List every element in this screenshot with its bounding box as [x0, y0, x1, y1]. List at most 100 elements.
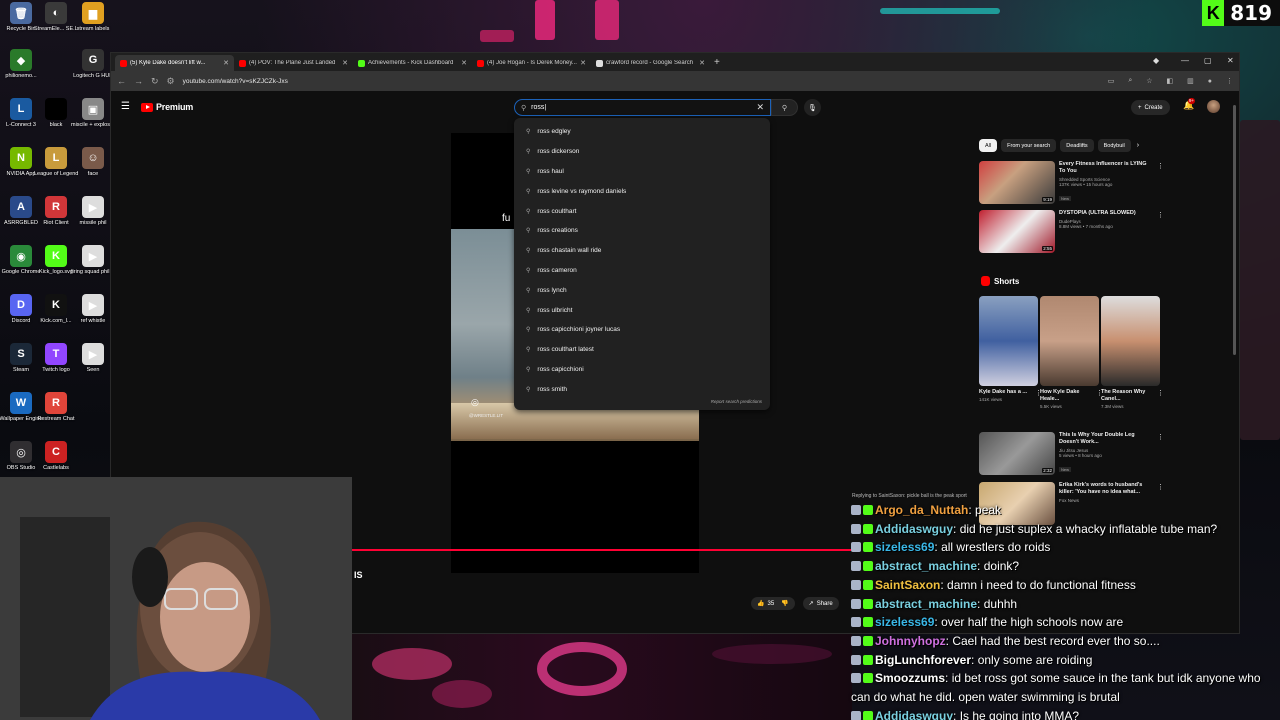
short-title[interactable]: The Reason Why Canel...	[1101, 389, 1160, 403]
browser-tab[interactable]: crawford record - Google Search ✕	[591, 55, 710, 71]
recommended-video[interactable]: 2:55 DYSTOPIA (ULTRA SLOWED) DudePlays 8.8M…	[979, 210, 1169, 254]
browser-tab[interactable]: (4) Joe Rogan - Is Derek Money... ✕	[472, 55, 591, 71]
search-suggestion[interactable]: ⚲ ross coulthart latest	[514, 340, 770, 360]
search-suggestion[interactable]: ⚲ ross ulbricht	[514, 300, 770, 320]
search-input[interactable]	[531, 104, 752, 111]
desktop-icon[interactable]: ▣ miscile + explosion ...	[71, 98, 115, 129]
browser-menu-icon[interactable]: ⋮	[1226, 77, 1233, 85]
short-video[interactable]: How Kyle Dake Heale... 5.5K views ⋮	[1040, 296, 1103, 409]
chat-username[interactable]: sizeless69	[875, 540, 934, 554]
chat-username[interactable]: Smoozzums	[875, 671, 945, 685]
new-tab-button[interactable]: +	[714, 57, 720, 68]
recommended-video[interactable]: 2:32 This Is Why Your Double Leg Doesn't …	[979, 432, 1169, 476]
filter-chip[interactable]: All	[979, 139, 998, 152]
cast-icon[interactable]: ▭	[1108, 77, 1115, 85]
desktop-icon[interactable]: ☺ face	[74, 147, 112, 178]
desktop-icon[interactable]: T Twitch logo	[37, 343, 75, 374]
search-suggestion[interactable]: ⚲ ross capicchioni	[514, 360, 770, 380]
page-scrollbar[interactable]	[1233, 105, 1236, 355]
video-title[interactable]: DYSTOPIA (ULTRA SLOWED)	[1059, 210, 1151, 217]
desktop-icon[interactable]: ◐StreamEle... SE.Live	[34, 2, 78, 33]
create-button[interactable]: + Create	[1131, 100, 1170, 115]
chat-username[interactable]: SaintSaxon	[875, 578, 940, 592]
chat-username[interactable]: Johnnyhopz	[875, 634, 946, 648]
desktop-icon[interactable]: ▆ stream labels	[74, 2, 112, 33]
desktop-icon[interactable]: ▶ Seen	[74, 343, 112, 374]
chat-username[interactable]: Addidaswguy	[875, 522, 953, 536]
video-thumbnail[interactable]: 9:19	[979, 161, 1055, 204]
forward-icon[interactable]: →	[134, 76, 143, 86]
sidepanel-icon[interactable]: ▥	[1187, 77, 1194, 85]
search-suggestion[interactable]: ⚲ ross coulthart	[514, 201, 770, 221]
search-suggestion[interactable]: ⚲ ross chastain wall ride	[514, 241, 770, 261]
maximize-icon[interactable]: ▢	[1204, 56, 1212, 65]
more-options-icon[interactable]: ⋮	[1157, 162, 1164, 170]
short-title[interactable]: Kyle Dake has a ...	[979, 389, 1038, 396]
filter-chip[interactable]: From your search	[1001, 139, 1057, 152]
search-suggestion[interactable]: ⚲ ross levine vs raymond daniels	[514, 181, 770, 201]
desktop-icon[interactable]: K Kick_logo.svg	[37, 245, 75, 276]
zoom-icon[interactable]: ⌕	[1128, 77, 1132, 85]
hamburger-menu-icon[interactable]: ☰	[121, 101, 130, 112]
more-options-icon[interactable]: ⋮	[1157, 483, 1164, 491]
profile-icon[interactable]: ●	[1208, 78, 1212, 85]
video-progress-bar[interactable]	[341, 549, 851, 551]
desktop-icon[interactable]: L League of Legends	[34, 147, 78, 178]
more-options-icon[interactable]: ⋮	[1157, 211, 1164, 219]
notifications-bell-icon[interactable]: 🔔 9+	[1183, 98, 1195, 111]
filter-chip[interactable]: Deadlifts	[1060, 139, 1094, 152]
desktop-icon[interactable]: R Riot Client	[37, 196, 75, 227]
bookmark-star-icon[interactable]: ☆	[1146, 77, 1152, 85]
search-box[interactable]: ⚲ ✕	[514, 99, 771, 116]
search-suggestion[interactable]: ⚲ ross haul	[514, 162, 770, 182]
site-info-icon[interactable]: ⚙	[167, 76, 175, 87]
search-suggestion[interactable]: ⚲ ross cameron	[514, 261, 770, 281]
search-suggestion[interactable]: ⚲ ross dickerson	[514, 142, 770, 162]
short-video[interactable]: The Reason Why Canel... 7.3M views ⋮	[1101, 296, 1164, 409]
chat-username[interactable]: abstract_machine	[875, 597, 977, 611]
back-icon[interactable]: ←	[117, 76, 126, 86]
tab-close-icon[interactable]: ✕	[699, 59, 705, 67]
more-options-icon[interactable]: ⋮	[1157, 433, 1164, 441]
chat-username[interactable]: BigLunchforever	[875, 653, 971, 667]
desktop-icon[interactable]: black	[37, 98, 75, 129]
short-video[interactable]: Kyle Dake has a ... 141K views ⋮	[979, 296, 1042, 402]
url-field[interactable]: youtube.com/watch?v=sKZJCZk-Jxs	[183, 78, 1094, 85]
search-suggestion[interactable]: ⚲ ross capicchioni joyner lucas	[514, 320, 770, 340]
youtube-logo[interactable]: Premium	[141, 102, 193, 112]
like-button[interactable]: 👍 35 👎	[751, 597, 795, 610]
desktop-icon[interactable]: G Logitech G HUB	[73, 49, 113, 80]
desktop-icon[interactable]: K Kick.com_l...	[37, 294, 75, 325]
video-thumbnail[interactable]: 2:32	[979, 432, 1055, 475]
desktop-icon[interactable]: C Castlelabs	[37, 441, 75, 472]
desktop-icon[interactable]: ▶ ref whistle	[74, 294, 112, 325]
desktop-icon[interactable]: ◆ philionemo...	[2, 49, 40, 80]
short-thumbnail[interactable]	[979, 296, 1038, 386]
browser-tab[interactable]: Achievements - Kick Dashboard ✕	[353, 55, 472, 71]
video-thumbnail[interactable]: 2:55	[979, 210, 1055, 253]
reload-icon[interactable]: ↻	[151, 76, 159, 87]
browser-tab[interactable]: (4) POV: The Plane Just Landed ✕	[234, 55, 353, 71]
thumbs-down-icon[interactable]: 👎	[781, 600, 788, 607]
chat-username[interactable]: Addidaswguy	[875, 709, 953, 720]
desktop-icon[interactable]: ▶ firing squad phil (1)	[71, 245, 115, 276]
short-title[interactable]: How Kyle Dake Heale...	[1040, 389, 1099, 403]
search-suggestion[interactable]: ⚲ ross smith	[514, 379, 770, 399]
chat-username[interactable]: Argo_da_Nuttah	[875, 503, 968, 517]
video-title[interactable]: Every Fitness Influencer is LYING To You	[1059, 161, 1151, 175]
more-options-icon[interactable]: ⋮	[1157, 389, 1164, 397]
tab-close-icon[interactable]: ✕	[342, 59, 348, 67]
short-thumbnail[interactable]	[1101, 296, 1160, 386]
desktop-icon[interactable]: ▶ missile phil	[74, 196, 112, 227]
search-suggestion[interactable]: ⚲ ross edgley	[514, 122, 770, 142]
browser-tab[interactable]: (5) Kyle Dake doesn't lift w... ✕	[115, 55, 234, 71]
tab-close-icon[interactable]: ✕	[580, 59, 586, 67]
desktop-icon[interactable]: R Restream Chat	[37, 392, 75, 423]
recommended-video[interactable]: 9:19 Every Fitness Influencer is LYING To…	[979, 161, 1169, 205]
search-suggestion[interactable]: ⚲ ross lynch	[514, 280, 770, 300]
chat-username[interactable]: abstract_machine	[875, 559, 977, 573]
account-avatar[interactable]	[1207, 100, 1220, 113]
chevron-right-icon[interactable]: ›	[1137, 142, 1139, 149]
minimize-icon[interactable]: —	[1181, 56, 1189, 65]
video-title[interactable]: This Is Why Your Double Leg Doesn't Work…	[1059, 432, 1151, 446]
